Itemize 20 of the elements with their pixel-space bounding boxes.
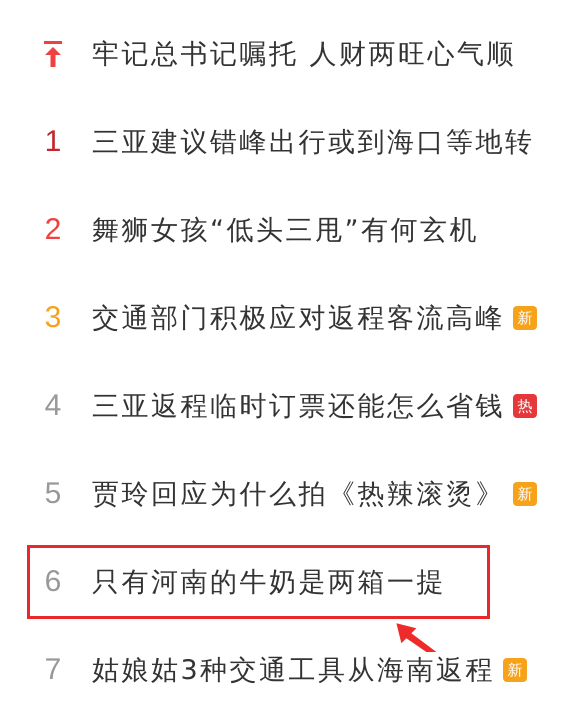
new-tag: 新: [503, 658, 528, 682]
rank-number: 3: [44, 301, 62, 335]
headline-link[interactable]: 三亚返程临时订票还能怎么省钱: [92, 388, 505, 424]
rank-number: 5: [44, 477, 62, 511]
headline-link[interactable]: 三亚建议错峰出行或到海口等地转: [92, 124, 534, 160]
headline-link[interactable]: 牢记总书记嘱托 人财两旺心气顺: [92, 36, 516, 72]
new-tag: 新: [513, 306, 537, 330]
headline-link[interactable]: 只有河南的牛奶是两箱一提: [92, 564, 446, 600]
headline-link[interactable]: 交通部门积极应对返程客流高峰: [92, 300, 505, 336]
rank-number: 1: [44, 125, 62, 159]
annotation-arrow: [395, 622, 439, 652]
hot-tag: 热: [513, 394, 537, 418]
headline-link[interactable]: 贾玲回应为什么拍《热辣滚烫》: [92, 476, 505, 512]
rank-number: 2: [44, 213, 62, 247]
headline-link[interactable]: 舞狮女孩“低头三甩”有何玄机: [92, 212, 479, 248]
rank-number: 7: [44, 653, 62, 687]
new-tag: 新: [513, 482, 537, 506]
rank-number: 4: [44, 389, 62, 423]
headline-link[interactable]: 姑娘姑3种交通工具从海南返程: [92, 652, 496, 688]
rank-number: 6: [44, 565, 62, 599]
